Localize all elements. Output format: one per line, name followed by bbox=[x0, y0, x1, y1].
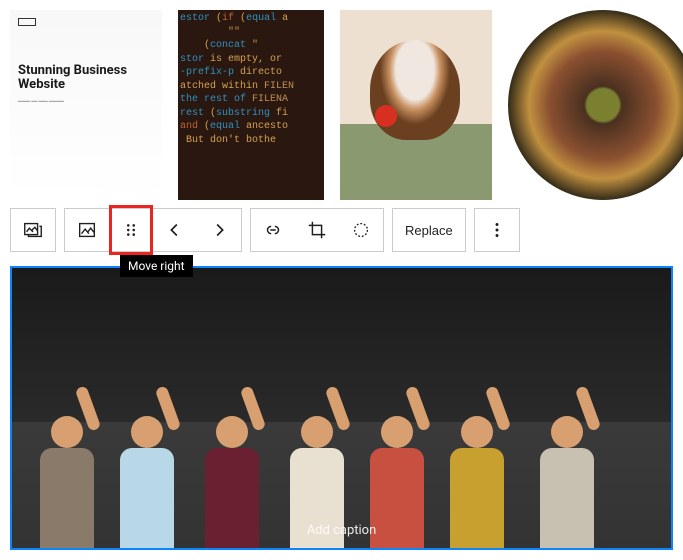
drag-icon bbox=[120, 219, 142, 241]
gallery-icon bbox=[22, 219, 44, 241]
crop-button[interactable] bbox=[295, 209, 339, 251]
toolbar-group-more bbox=[474, 208, 520, 252]
move-right-button[interactable] bbox=[197, 209, 241, 251]
mockup-heading: Stunning Business Website bbox=[18, 64, 154, 93]
duotone-icon bbox=[350, 219, 372, 241]
website-mockup-thumb: Stunning Business Website ━━━━ ━━ ━━━ ━━… bbox=[10, 10, 162, 200]
block-toolbar: Move right Replace bbox=[10, 208, 673, 252]
chevron-left-icon bbox=[164, 219, 186, 241]
toolbar-group-replace: Replace bbox=[392, 208, 466, 252]
gallery-image-2[interactable]: estor (if (equal a "" (concat " stor is … bbox=[178, 10, 324, 200]
crop-icon bbox=[306, 219, 328, 241]
caption-input[interactable]: Add caption bbox=[12, 523, 671, 538]
code-thumb: estor (if (equal a "" (concat " stor is … bbox=[178, 10, 324, 200]
toolbar-group-move: Move right bbox=[64, 208, 242, 252]
gallery-block-button[interactable] bbox=[11, 209, 55, 251]
editor-canvas: Stunning Business Website ━━━━ ━━ ━━━ ━━… bbox=[0, 0, 683, 560]
link-icon bbox=[262, 219, 284, 241]
replace-button[interactable]: Replace bbox=[393, 209, 465, 251]
drag-handle-button[interactable] bbox=[109, 209, 153, 251]
image-icon bbox=[76, 219, 98, 241]
more-options-button[interactable] bbox=[475, 209, 519, 251]
toolbar-group-block-type bbox=[10, 208, 56, 252]
toolbar-group-tools bbox=[250, 208, 384, 252]
selected-image-block[interactable]: Add caption bbox=[10, 266, 673, 550]
dog-thumb bbox=[340, 10, 492, 200]
gallery-image-1[interactable]: Stunning Business Website ━━━━ ━━ ━━━ ━━… bbox=[10, 10, 162, 200]
link-button[interactable] bbox=[251, 209, 295, 251]
selected-image: Add caption bbox=[12, 268, 671, 548]
image-block-button[interactable] bbox=[65, 209, 109, 251]
gallery-image-4[interactable] bbox=[508, 10, 660, 200]
more-vertical-icon bbox=[486, 219, 508, 241]
food-thumb bbox=[508, 10, 683, 200]
move-right-tooltip: Move right bbox=[120, 255, 193, 277]
gallery-image-3[interactable] bbox=[340, 10, 492, 200]
duotone-button[interactable] bbox=[339, 209, 383, 251]
move-left-button[interactable] bbox=[153, 209, 197, 251]
gallery-block: Stunning Business Website ━━━━ ━━ ━━━ ━━… bbox=[10, 10, 673, 200]
chevron-right-icon bbox=[208, 219, 230, 241]
people-photo-placeholder bbox=[12, 268, 671, 548]
